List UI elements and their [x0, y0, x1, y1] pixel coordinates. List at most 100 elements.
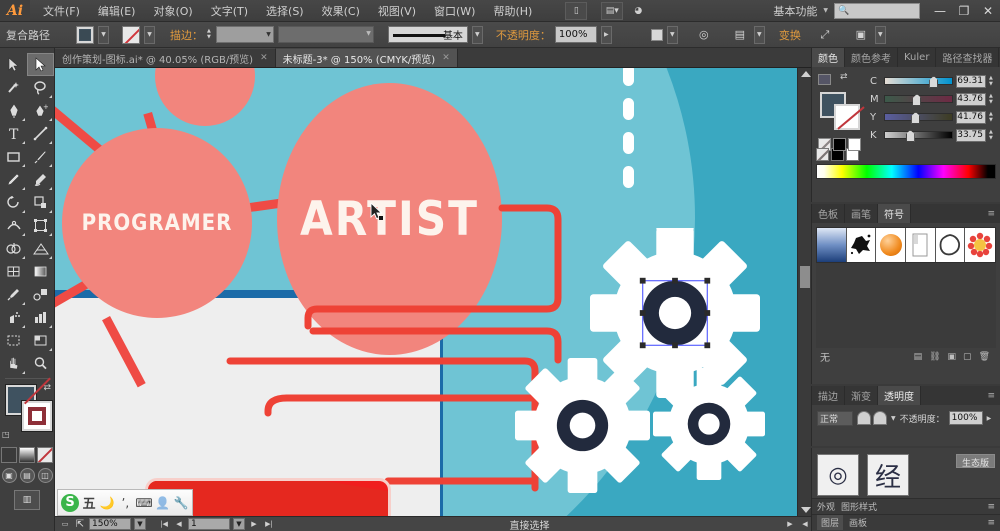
slider-thumb-m[interactable]	[912, 94, 922, 106]
tab-appearance[interactable]: 外观	[817, 500, 835, 513]
menu-view[interactable]: 视图(V)	[369, 0, 425, 22]
artboard-nav-icon[interactable]: ▭	[59, 518, 71, 530]
graphic-style-swatch[interactable]: 基本	[387, 26, 468, 43]
symbols-panel-menu-icon[interactable]: ≡	[982, 204, 1000, 223]
menu-effect[interactable]: 效果(C)	[313, 0, 369, 22]
channel-value-m[interactable]: 43.76	[956, 92, 986, 106]
gear-medium[interactable]	[515, 358, 650, 493]
document-setup-icon[interactable]: ▣	[851, 25, 871, 45]
opacity-chevron-icon[interactable]: ▶	[987, 415, 992, 422]
new-symbol-icon[interactable]: ▢	[963, 352, 972, 362]
scale-flyout-icon[interactable]	[49, 210, 52, 213]
bridge-icon[interactable]: ▯	[565, 1, 588, 20]
color-black-swatch[interactable]	[833, 138, 846, 151]
tab-transparency[interactable]: 透明度	[878, 386, 921, 405]
symbol-libraries-icon[interactable]: ▤	[914, 352, 923, 362]
stroke-color-swatch[interactable]	[122, 25, 140, 44]
page-number-input[interactable]: 1	[188, 518, 230, 530]
freetransform-flyout-icon[interactable]	[49, 233, 52, 236]
channel-value-k[interactable]: 33.75	[956, 128, 986, 142]
symbol-ring-icon[interactable]	[935, 228, 966, 262]
channel-stepper-c[interactable]: ▲ ▼	[989, 75, 996, 87]
hand-flyout-icon[interactable]	[22, 371, 25, 374]
symbol-options-icon[interactable]: ▣	[948, 352, 957, 362]
slider-track-m[interactable]	[884, 94, 953, 106]
minimize-button[interactable]: —	[928, 0, 952, 21]
opacity-dropdown-icon[interactable]: ▶	[600, 25, 612, 44]
selection-tool[interactable]	[0, 53, 27, 76]
blob-brush-tool[interactable]	[27, 168, 54, 191]
brush-flyout-icon[interactable]	[49, 164, 52, 167]
object-thumbnail[interactable]	[857, 411, 871, 425]
arrange-documents-icon[interactable]: ▤▾	[601, 1, 624, 20]
free-transform-tool[interactable]	[27, 214, 54, 237]
menu-file[interactable]: 文件(F)	[34, 0, 89, 22]
menu-window[interactable]: 窗口(W)	[425, 0, 484, 22]
scroll-down-arrow-icon[interactable]	[801, 507, 811, 513]
transform-label[interactable]: 变换	[779, 27, 801, 43]
line-flyout-icon[interactable]	[49, 141, 52, 144]
draw-behind-button[interactable]: ▤	[19, 468, 35, 483]
magic-wand-tool[interactable]	[0, 76, 27, 99]
fill-color-swatch[interactable]	[76, 25, 94, 44]
pen-flyout-icon[interactable]	[22, 118, 25, 121]
tab-layers[interactable]: 图层	[817, 515, 844, 530]
toolbar-stroke-swatch[interactable]	[22, 401, 52, 431]
workspace-switcher[interactable]: 基本功能	[767, 3, 823, 19]
paintbrush-tool[interactable]	[27, 145, 54, 168]
artboard-tool[interactable]	[0, 329, 27, 352]
slider-track-k[interactable]	[884, 130, 953, 142]
color-button[interactable]	[1, 447, 17, 463]
lasso-tool[interactable]	[27, 76, 54, 99]
workspace-chevron-icon[interactable]: ▼	[823, 7, 828, 14]
channel-value-y[interactable]: 41.76	[956, 110, 986, 124]
keyboard-icon[interactable]: ⌨	[135, 492, 152, 513]
line-segment-tool[interactable]	[27, 122, 54, 145]
color-white-swatch[interactable]	[848, 138, 861, 151]
mask-thumbnail[interactable]	[873, 411, 887, 425]
transparency-panel-menu-icon[interactable]: ≡	[982, 386, 1000, 405]
style-dropdown-icon[interactable]: ▼	[471, 25, 483, 44]
delete-symbol-icon[interactable]: 🗑	[979, 352, 990, 362]
gradient-tool[interactable]	[27, 260, 54, 283]
tab-graphic-styles[interactable]: 图形样式	[841, 500, 877, 513]
gear-small[interactable]	[653, 368, 765, 480]
channel-stepper-y[interactable]: ▲ ▼	[989, 111, 996, 123]
mesh-tool[interactable]	[0, 260, 27, 283]
width-flyout-icon[interactable]	[22, 233, 25, 236]
symbols-empty-area[interactable]	[816, 263, 996, 348]
none-button[interactable]	[37, 447, 53, 463]
tab-brushes[interactable]: 画笔	[845, 204, 878, 223]
slice-tool[interactable]	[27, 329, 54, 352]
color-spot-icon[interactable]	[818, 74, 831, 85]
style-thumb-1[interactable]	[650, 28, 663, 41]
symbol-sprayer-tool[interactable]	[0, 306, 27, 329]
slice-flyout-icon[interactable]	[49, 348, 52, 351]
tab-swatches[interactable]: 色板	[812, 204, 845, 223]
channel-stepper-m[interactable]: ▲ ▼	[989, 93, 996, 105]
first-page-icon[interactable]: |◀	[158, 518, 170, 530]
fill-dropdown-icon[interactable]: ▼	[98, 25, 109, 44]
tab-pathfinder[interactable]: 路径查找器	[936, 48, 1000, 67]
pencil-flyout-icon[interactable]	[22, 187, 25, 190]
width-tool[interactable]	[0, 214, 27, 237]
break-link-icon[interactable]: ⛓	[929, 352, 940, 362]
blob-flyout-icon[interactable]	[49, 187, 52, 190]
menu-select[interactable]: 选择(S)	[257, 0, 313, 22]
eyedropper-tool[interactable]	[0, 283, 27, 306]
color-spectrum-bar[interactable]	[816, 164, 996, 179]
vertical-scroll-thumb[interactable]	[800, 266, 810, 288]
symbol-flower-icon[interactable]	[965, 228, 996, 262]
restore-button[interactable]: ❐	[952, 0, 976, 21]
eyedropper-flyout-icon[interactable]	[22, 302, 25, 305]
scroll-up-arrow-icon[interactable]	[801, 71, 811, 77]
symbolsprayer-flyout-icon[interactable]	[22, 325, 25, 328]
perspective-grid-tool[interactable]	[27, 237, 54, 260]
blend-tool[interactable]	[27, 283, 54, 306]
doc-tab-1[interactable]: 未标题-3* @ 150% (CMYK/预览) ✕	[275, 48, 458, 67]
tab-color[interactable]: 颜色	[812, 48, 845, 67]
tab-symbols[interactable]: 符号	[878, 204, 911, 223]
slider-thumb-c[interactable]	[929, 76, 939, 88]
graph-flyout-icon[interactable]	[49, 325, 52, 328]
status-collapse-icon[interactable]: ◀	[799, 518, 811, 530]
